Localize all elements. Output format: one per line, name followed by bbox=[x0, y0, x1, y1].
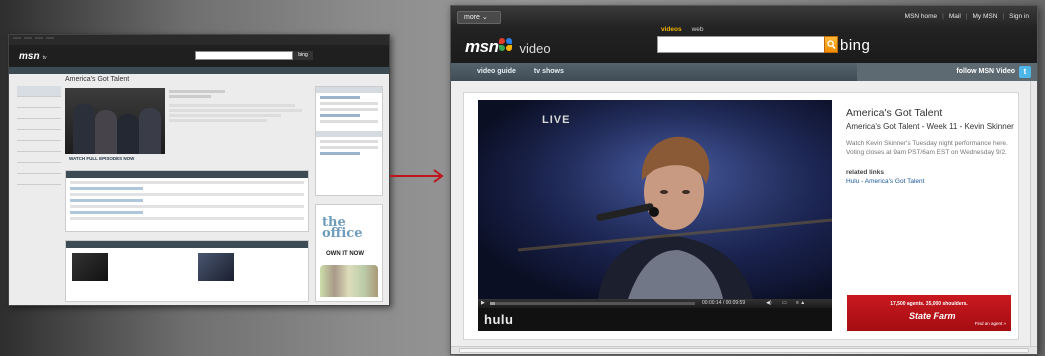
player-controls: ▶ 00:00:14 / 00:09:59 ◀) ▭ ≡ ▲ bbox=[478, 299, 832, 308]
thumbnail-tab bbox=[24, 37, 32, 39]
video-title: America's Got Talent bbox=[846, 107, 943, 119]
player-branding-bar: hulu bbox=[478, 308, 832, 331]
thumbnail-body: America's Got Talent WATCH FULL EPISODES… bbox=[9, 74, 389, 305]
thumbnail-search-button: bing bbox=[293, 51, 313, 60]
top-links: MSN home | Mail | My MSN | Sign in bbox=[904, 13, 1029, 20]
msn-home-link[interactable]: MSN home bbox=[905, 13, 938, 20]
thumbnail-watch-label: WATCH FULL EPISODES NOW bbox=[69, 156, 135, 161]
right-arrow-icon bbox=[390, 169, 444, 183]
tab-videos[interactable]: videos bbox=[661, 26, 682, 33]
video-subtitle: America's Got Talent - Week 11 - Kevin S… bbox=[846, 122, 1014, 131]
ad-headline: 17,500 agents. 35,000 shoulders. bbox=[890, 301, 968, 307]
msn-video-page: more ⌄ MSN home | Mail | My MSN | Sign i… bbox=[450, 5, 1038, 355]
thumbnail-tabs bbox=[13, 37, 54, 39]
thumbnail-hero-image bbox=[65, 88, 165, 154]
tab-web[interactable]: web bbox=[692, 26, 704, 33]
site-header: more ⌄ MSN home | Mail | My MSN | Sign i… bbox=[451, 6, 1037, 63]
video-frame[interactable]: LIVE bbox=[478, 100, 832, 299]
state-farm-ad[interactable]: 17,500 agents. 35,000 shoulders. State F… bbox=[847, 295, 1011, 331]
sign-in-link[interactable]: Sign in bbox=[1009, 13, 1029, 20]
main-nav: video guide tv shows follow MSN Video t bbox=[451, 63, 1037, 81]
ad-cta[interactable]: Find an agent » bbox=[975, 321, 1006, 326]
time-display: 00:00:14 / 00:09:59 bbox=[702, 300, 746, 306]
nav-video-guide[interactable]: video guide bbox=[477, 68, 516, 75]
scrollbar-thumb[interactable] bbox=[459, 348, 1029, 353]
thumbnail-page-title: America's Got Talent bbox=[65, 76, 130, 83]
search-input[interactable] bbox=[657, 36, 825, 53]
msn-video-logo[interactable]: msn video bbox=[465, 37, 551, 57]
hulu-logo[interactable]: hulu bbox=[484, 312, 513, 327]
thumbnail-videos-section bbox=[65, 240, 309, 302]
thumbnail-sidebar bbox=[17, 86, 61, 185]
thumbnail-episodes-table bbox=[65, 170, 309, 232]
thumbnail-tab bbox=[13, 37, 21, 39]
progress-bar[interactable] bbox=[490, 302, 695, 305]
settings-icon[interactable]: ≡ ▲ bbox=[796, 300, 805, 306]
performer-image bbox=[478, 100, 832, 299]
thumbnail-header: msn tv bing bbox=[9, 45, 389, 67]
thumbnail-office-ad: the office OWN IT NOW bbox=[315, 204, 383, 302]
play-icon[interactable]: ▶ bbox=[481, 300, 485, 306]
thumbnail-right-box bbox=[315, 86, 383, 196]
msn-butterfly-icon bbox=[499, 38, 513, 51]
nav-tv-shows[interactable]: tv shows bbox=[534, 68, 564, 75]
search-button[interactable] bbox=[824, 36, 838, 53]
thumbnail-tab bbox=[35, 37, 43, 39]
related-link[interactable]: Hulu - America's Got Talent bbox=[846, 178, 1016, 185]
thumbnail-search-box bbox=[195, 51, 293, 60]
horizontal-scrollbar[interactable] bbox=[451, 346, 1037, 354]
msn-wordmark: msn bbox=[465, 37, 499, 56]
vertical-scrollbar[interactable] bbox=[1030, 81, 1037, 348]
thumbnail-info bbox=[169, 88, 309, 124]
msn-tv-page-thumbnail: msn tv bing America's Got Talent WATCH FU… bbox=[8, 34, 390, 306]
twitter-icon: t bbox=[1019, 66, 1031, 78]
thumbnail-nav bbox=[9, 67, 389, 74]
video-description: Watch Kevin Skinner's Tuesday night perf… bbox=[846, 140, 1008, 156]
video-info: America's Got Talent America's Got Talen… bbox=[846, 107, 1016, 185]
search-icon bbox=[827, 40, 836, 50]
ad-brand: State Farm bbox=[909, 311, 956, 321]
fullscreen-icon[interactable]: ▭ bbox=[782, 300, 787, 306]
related-links-heading: related links bbox=[846, 169, 884, 176]
live-overlay: LIVE bbox=[542, 114, 571, 126]
follow-msn-video-link[interactable]: follow MSN Video t bbox=[857, 63, 1037, 81]
bing-logo[interactable]: bing bbox=[840, 37, 870, 54]
thumbnail-top-links bbox=[372, 38, 383, 42]
more-dropdown[interactable]: more ⌄ bbox=[457, 11, 501, 24]
video-player[interactable]: LIVE ▶ 00:00:14 / 00:09:59 ◀) ▭ ≡ ▲ hulu bbox=[478, 100, 832, 331]
my-msn-link[interactable]: My MSN bbox=[973, 13, 998, 20]
chevron-down-icon: ⌄ bbox=[481, 14, 488, 21]
progress-fill bbox=[490, 302, 495, 305]
search-scope-tabs: videos web bbox=[661, 26, 704, 33]
volume-icon[interactable]: ◀) bbox=[766, 300, 772, 306]
thumbnail-top-bar bbox=[9, 35, 389, 45]
section-label: video bbox=[519, 41, 551, 56]
mail-link[interactable]: Mail bbox=[949, 13, 961, 20]
thumbnail-tab bbox=[46, 37, 54, 39]
thumbnail-logo: msn tv bbox=[19, 51, 47, 62]
content-panel: LIVE ▶ 00:00:14 / 00:09:59 ◀) ▭ ≡ ▲ hulu… bbox=[463, 92, 1019, 340]
